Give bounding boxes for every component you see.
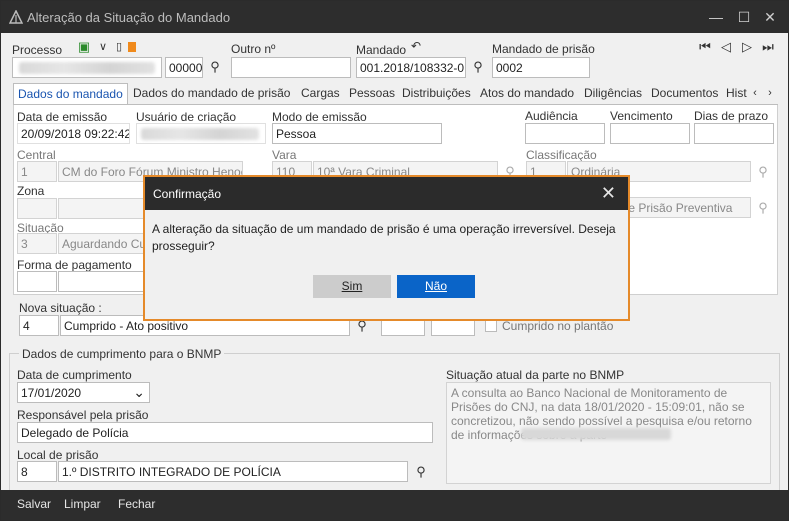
dialog-title: Confirmação — [153, 187, 222, 201]
confirmation-dialog: Confirmação ✕ A alteração da situação de… — [143, 175, 630, 321]
sim-button[interactable]: Sim — [313, 275, 391, 298]
nao-button-label: Não — [424, 279, 447, 293]
nao-button[interactable]: Não — [397, 275, 475, 298]
modal-overlay: Confirmação ✕ A alteração da situação de… — [0, 0, 789, 521]
sim-button-label: Sim — [341, 279, 363, 293]
close-icon[interactable]: ✕ — [601, 183, 616, 203]
dialog-message: A alteração da situação de um mandado de… — [152, 222, 616, 253]
dialog-header: Confirmação ✕ — [145, 177, 628, 210]
